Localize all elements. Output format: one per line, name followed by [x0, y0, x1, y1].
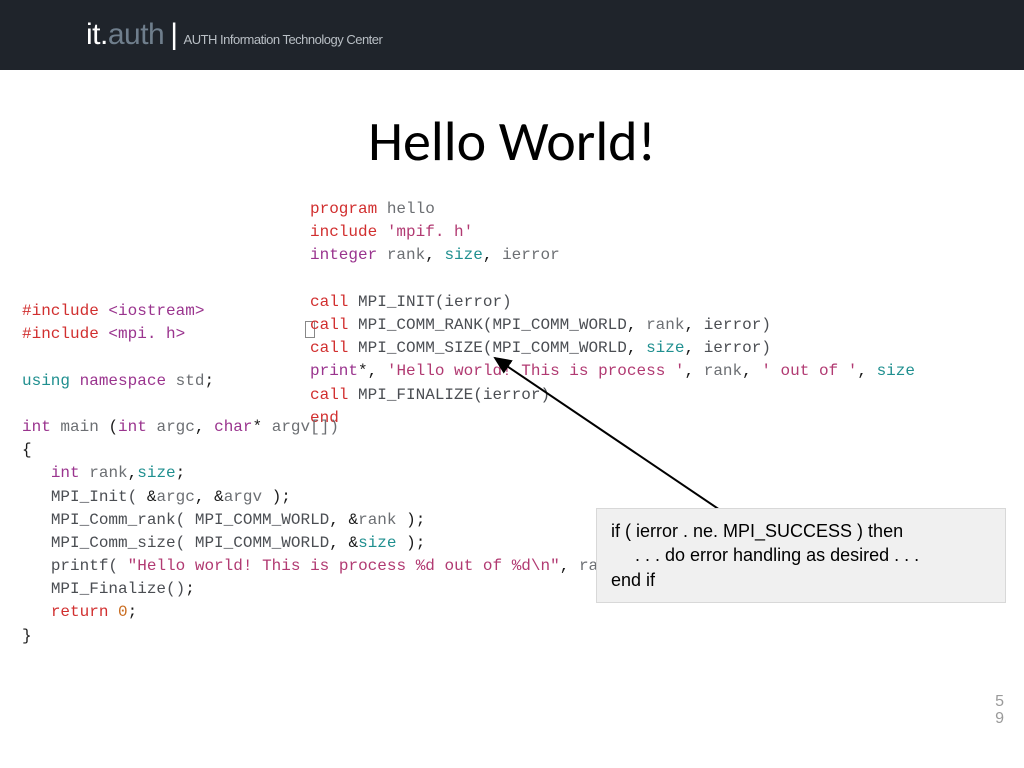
slide: it.auth|AUTH Information Technology Cent…: [0, 0, 1024, 768]
logo-dot: .: [100, 18, 108, 51]
callout-box: if ( ierror . ne. MPI_SUCCESS ) then . .…: [596, 508, 1006, 603]
logo-tagline: AUTH Information Technology Center: [184, 32, 383, 47]
callout-line3: end if: [611, 570, 655, 590]
header-bar: it.auth|AUTH Information Technology Cent…: [0, 0, 1024, 70]
logo-it: it: [86, 18, 100, 51]
logo-auth: auth: [108, 18, 164, 51]
logo: it.auth|AUTH Information Technology Cent…: [86, 18, 382, 52]
slide-title: Hello World!: [0, 108, 1024, 176]
page-number: 5 9: [995, 693, 1004, 728]
callout-line1: if ( ierror . ne. MPI_SUCCESS ) then: [611, 521, 903, 541]
callout-line2: . . . do error handling as desired . . .: [611, 543, 991, 567]
logo-separator: |: [164, 18, 183, 51]
